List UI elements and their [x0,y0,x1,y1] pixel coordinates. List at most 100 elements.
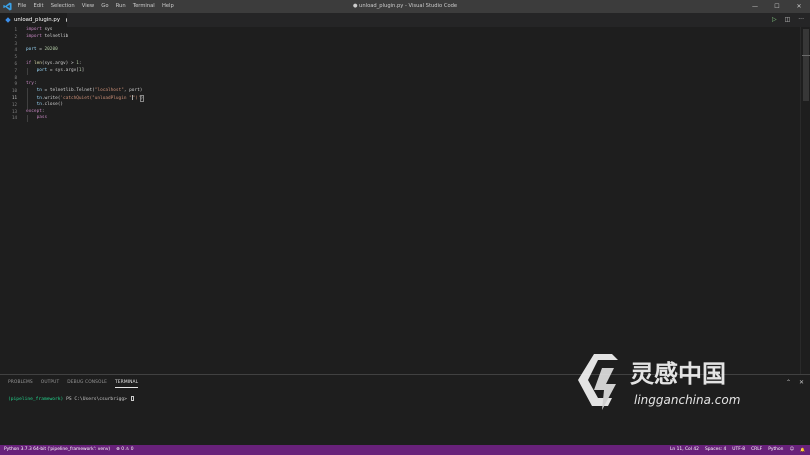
menu-file[interactable]: File [14,0,30,13]
bottom-panel: PROBLEMS OUTPUT DEBUG CONSOLE TERMINAL ⌃… [0,374,810,445]
panel-actions: ⌃ ✕ [786,375,804,390]
terminal-venv: (pipeline_framework) [8,397,64,402]
code-text: (sys.argv) > [41,60,77,66]
maximize-button[interactable]: ☐ [766,0,788,13]
language-mode[interactable]: Python [765,445,786,455]
operator: = [47,67,56,73]
code-line: pass [26,115,800,123]
chevron-up-icon[interactable]: ⌃ [786,379,791,386]
cursor-position[interactable]: Ln 11, Col 42 [667,445,702,455]
code-text: sys.argv[ [55,67,79,73]
line-number: 7 [14,67,17,73]
tab-output[interactable]: OUTPUT [37,375,64,390]
split-editor-icon[interactable]: ◫ [785,13,791,27]
module-name: telnetlib [41,33,69,39]
editor-tab-bar: unload_plugin.py ▷ ◫ ··· [0,13,810,27]
code-text: , port) [123,88,143,94]
keyword: except [26,108,42,114]
code-line: port = sys.argv[1] [26,67,800,75]
keyword: import [26,33,42,39]
code-text: telnetlib.Telnet( [49,88,95,94]
line-number: 11 [11,94,17,100]
code-text: : [41,108,45,114]
code-editor[interactable]: 1 2 3 4 5 6 7 8 9 10 11 12 13 14 import … [0,27,810,374]
line-number: 14 [11,115,17,121]
indent-guide [26,101,28,109]
line-number: 5 [14,54,17,60]
line-number: 4 [14,47,17,53]
tab-label: unload_plugin.py [14,17,61,23]
status-bar-right: Ln 11, Col 42 Spaces: 4 UTF-8 CRLF Pytho… [667,445,808,455]
code-line: tn = telnetlib.Telnet("localhost", port) [26,88,800,95]
string-literal: "localhost" [94,88,124,94]
line-number: 2 [14,33,17,39]
menu-run[interactable]: Run [112,0,129,13]
function-name: len [31,60,42,66]
vscode-logo-icon [0,0,14,13]
python-interpreter[interactable]: Python 3.7.3 64-bit ('pipeline_framework… [0,445,113,455]
tab-unload-plugin[interactable]: unload_plugin.py [0,13,67,27]
operator: = [41,88,50,94]
status-bar: Python 3.7.3 64-bit ('pipeline_framework… [0,445,810,455]
code-text: .write( [41,96,61,102]
editor-actions: ▷ ◫ ··· [772,13,804,27]
variable: port [36,67,48,73]
line-number: 3 [14,40,17,46]
problems-counter[interactable]: ⊗ 0 ⚠ 0 [113,445,136,455]
panel-tabs: PROBLEMS OUTPUT DEBUG CONSOLE TERMINAL [4,375,142,390]
more-actions-icon[interactable]: ··· [798,13,804,27]
keyword: import [26,27,42,32]
run-file-icon[interactable]: ▷ [772,13,777,27]
code-text: : [33,81,37,87]
variable: port [26,47,37,53]
keyword: pass [36,115,48,121]
unsaved-dot-icon[interactable] [66,18,67,22]
tab-terminal[interactable]: TERMINAL [111,375,142,390]
close-panel-icon[interactable]: ✕ [799,379,804,386]
code-line: tn.close() [26,101,800,109]
notifications-bell-icon[interactable]: 🔔 [797,445,808,455]
code-line: import sys [26,27,800,34]
scrollbar-thumb[interactable] [803,29,809,101]
code-line-current: tn.write('catchQuiet("unloadPlugin "")') [26,94,800,103]
line-ending[interactable]: CRLF [748,445,765,455]
line-number: 10 [11,88,17,94]
code-area[interactable]: import sys import telnetlib port = 20200… [26,27,800,123]
line-number: 13 [11,108,17,114]
window-controls: — ☐ ✕ [744,0,810,13]
line-number: 9 [14,81,17,87]
minimize-button[interactable]: — [744,0,766,13]
code-text: ] [81,67,85,73]
menu-selection[interactable]: Selection [47,0,78,13]
title-bar: File Edit Selection View Go Run Terminal… [0,0,810,13]
feedback-icon[interactable]: ☺ [786,445,797,455]
cursor-position-marker [802,55,810,56]
tab-debug-console[interactable]: DEBUG CONSOLE [63,375,111,390]
terminal-prompt: PS C:\Users\csurbrigg> [63,397,130,402]
menu-help[interactable]: Help [158,0,177,13]
indent-guide [26,88,28,95]
menu-terminal[interactable]: Terminal [129,0,158,13]
module-name: sys [41,27,53,32]
file-encoding[interactable]: UTF-8 [729,445,748,455]
terminal-output[interactable]: (pipeline_framework) PS C:\Users\csurbri… [8,396,134,403]
menu-bar: File Edit Selection View Go Run Terminal… [14,0,177,13]
menu-view[interactable]: View [78,0,98,13]
menu-go[interactable]: Go [98,0,112,13]
indentation[interactable]: Spaces: 4 [702,445,729,455]
terminal-cursor [130,396,134,401]
line-number: 12 [11,101,17,107]
line-number-gutter: 1 2 3 4 5 6 7 8 9 10 11 12 13 14 [0,27,17,122]
indent-guide [26,115,28,123]
operator: = [36,47,45,53]
code-text: .close() [41,101,64,107]
editor-scrollbar[interactable] [800,27,810,374]
keyword: try [26,81,34,87]
menu-edit[interactable]: Edit [30,0,47,13]
line-number: 6 [14,60,17,66]
code-line: import telnetlib [26,34,800,41]
close-button[interactable]: ✕ [788,0,810,13]
tab-problems[interactable]: PROBLEMS [4,375,37,390]
